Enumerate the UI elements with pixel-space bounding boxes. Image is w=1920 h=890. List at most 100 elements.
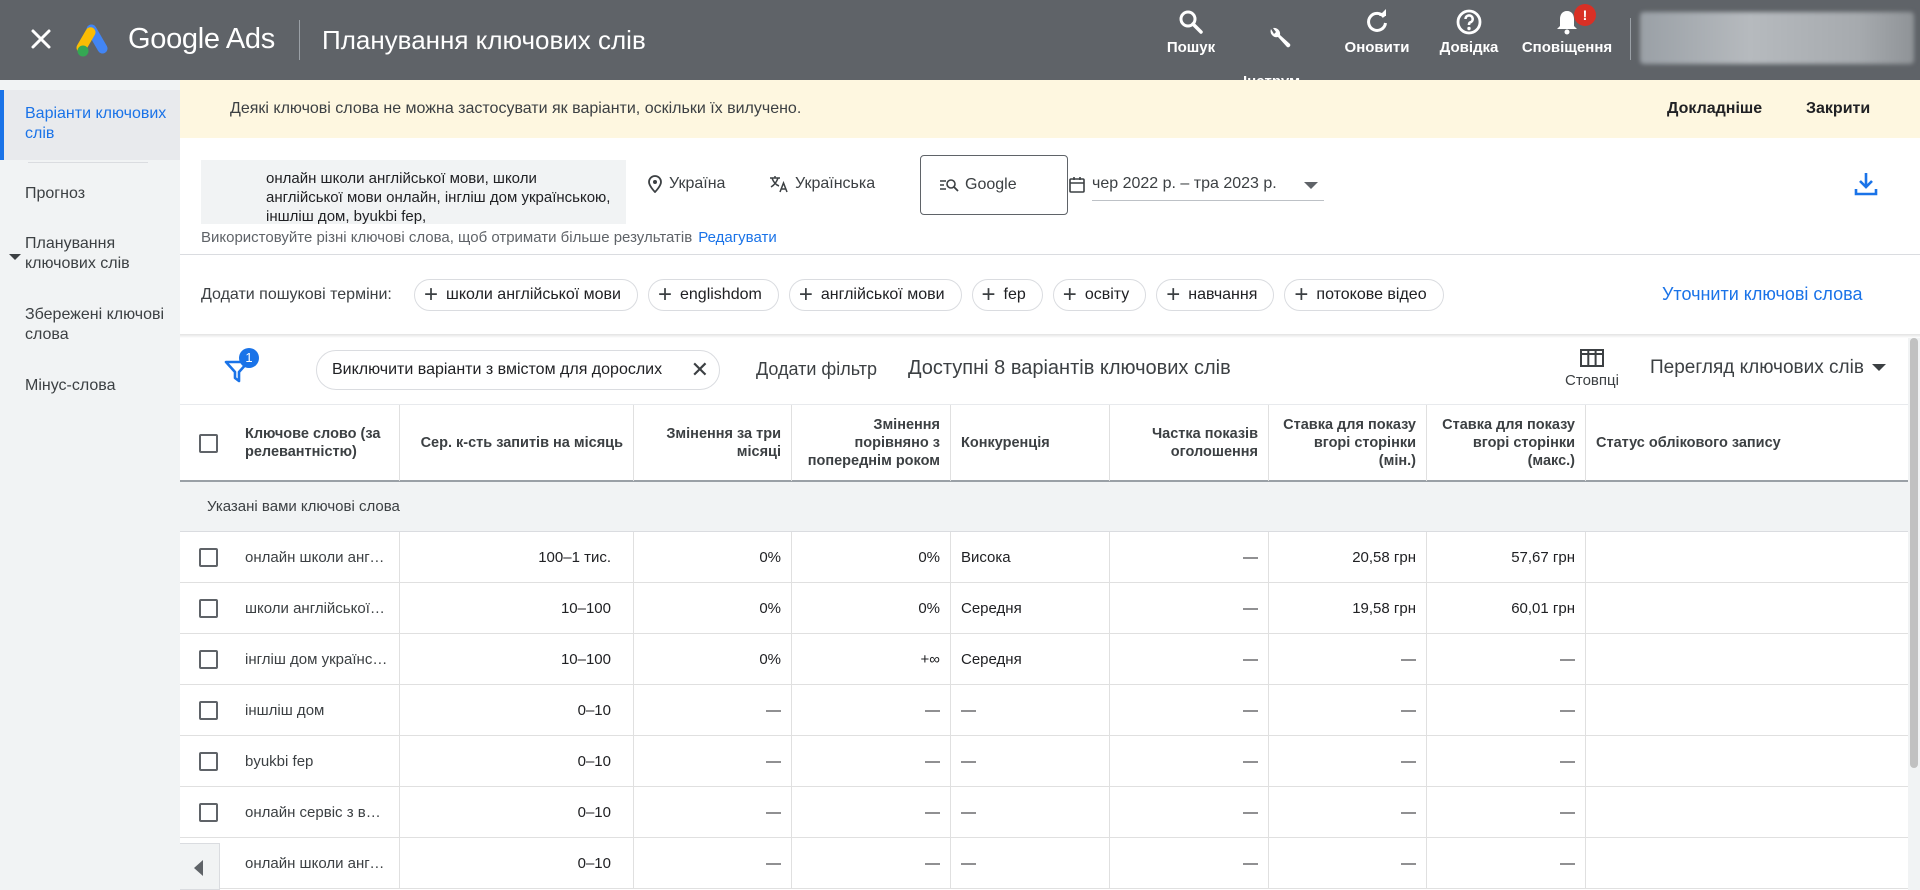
term-chip[interactable]: + навчання (1156, 279, 1275, 311)
competition-cell: Середня (950, 634, 1109, 684)
help-label: Довідка (1439, 39, 1499, 56)
col-bid-low[interactable]: Ставка для показу вгорі сторінки (мін.) (1268, 405, 1426, 481)
table-row[interactable]: школи англійської мови онлайн 10–100 0% … (180, 583, 1908, 634)
group-header-row: Указані вами ключові слова (180, 482, 1908, 532)
banner-message: Деякі ключові слова не можна застосувати… (230, 100, 802, 117)
search-icon (1179, 10, 1203, 34)
notifications-button[interactable]: ! Сповіщення (1520, 4, 1614, 56)
download-icon[interactable] (1852, 170, 1880, 198)
keyword-cell[interactable]: byukbi fep (237, 736, 399, 786)
keyword-view-selector[interactable]: Перегляд ключових слів (1650, 357, 1886, 379)
row-checkbox[interactable] (199, 751, 218, 771)
term-chip[interactable]: + потокове відео (1284, 279, 1444, 311)
location-pin-icon (648, 175, 662, 193)
term-chip[interactable]: + освіту (1052, 279, 1147, 311)
status-cell (1585, 532, 1908, 582)
seed-hint: Використовуйте різні ключові слова, щоб … (201, 229, 777, 246)
sidebar-item-keyword-ideas[interactable]: Варіанти ключових слів (25, 104, 175, 144)
close-banner-button[interactable]: Закрити (1806, 100, 1870, 118)
language-selector[interactable]: Українська (769, 175, 875, 193)
vertical-scrollbar[interactable] (1908, 338, 1920, 890)
date-range-label: чер 2022 р. – тра 2023 р. (1092, 175, 1277, 192)
add-filter-button[interactable]: Додати фільтр (756, 359, 877, 380)
remove-filter-icon[interactable]: ✕ (691, 351, 709, 389)
sidebar-item-keyword-plans[interactable]: Планування ключових слів (25, 234, 175, 274)
row-checkbox[interactable] (199, 802, 218, 822)
three-month-cell: — (633, 838, 791, 888)
refresh-button[interactable]: Оновити (1342, 8, 1412, 56)
close-icon[interactable] (26, 24, 56, 54)
keyword-cell[interactable]: онлайн сервіс з вивчення англійської (237, 787, 399, 837)
wrench-icon (1270, 27, 1291, 48)
refresh-icon (1367, 9, 1387, 32)
table-row[interactable]: онлайн сервіс з вивчення англійської 0–1… (180, 787, 1908, 838)
term-chip[interactable]: + englishdom (647, 279, 779, 311)
scrollbar-thumb[interactable] (1910, 338, 1918, 768)
available-ideas-count: Доступні 8 варіантів ключових слів (908, 357, 1231, 379)
plus-icon: + (798, 281, 813, 308)
refine-keywords-link[interactable]: Уточнити ключові слова (1662, 284, 1863, 305)
avg-searches-cell: 10–100 (399, 583, 633, 633)
network-selector[interactable]: Google (920, 155, 1068, 215)
dropdown-caret-icon (1871, 364, 1886, 372)
edit-link[interactable]: Редагувати (698, 229, 777, 246)
plus-icon: + (1062, 281, 1077, 308)
table-row[interactable]: byukbi fep 0–10 — — — — — — (180, 736, 1908, 787)
keyword-cell[interactable]: онлайн школи англійської мови (237, 532, 399, 582)
impression-share-cell: — (1109, 634, 1268, 684)
three-month-cell: 0% (633, 583, 791, 633)
help-button[interactable]: Довідка (1437, 8, 1501, 56)
term-chip[interactable]: + fep (971, 279, 1043, 311)
table-row[interactable]: інгліш дом українською 10–100 0% +∞ Сере… (180, 634, 1908, 685)
expand-caret-icon[interactable] (9, 254, 21, 260)
col-yoy-change[interactable]: Змінення порівняно з попереднім роком (791, 405, 950, 481)
row-checkbox[interactable] (199, 598, 218, 618)
collapse-nav-button[interactable] (180, 843, 220, 890)
table-row[interactable]: онлайн школи англійської мови 100–1 тис.… (180, 532, 1908, 583)
keyword-cell[interactable]: інгліш дом українською (237, 634, 399, 684)
adult-content-filter-chip[interactable]: Виключити варіанти з вмістом для доросли… (316, 350, 720, 390)
table-row[interactable]: іншліш дом 0–10 — — — — — — (180, 685, 1908, 736)
sidebar-item-saved-keywords[interactable]: Збережені ключові слова (25, 305, 175, 345)
notice-banner: Деякі ключові слова не можна застосувати… (180, 80, 1920, 138)
col-bid-high[interactable]: Ставка для показу вгорі сторінки (макс.) (1426, 405, 1585, 481)
location-selector[interactable]: Україна (647, 175, 725, 193)
table-row[interactable]: онлайн школи англійської мови для дітей … (180, 838, 1908, 889)
chevron-left-icon (194, 860, 203, 876)
sidebar-item-negative-keywords[interactable]: Мінус-слова (25, 376, 175, 396)
term-chip[interactable]: + англійської мови (788, 279, 962, 311)
row-checkbox[interactable] (199, 700, 218, 720)
select-all-cell (180, 405, 237, 481)
learn-more-button[interactable]: Докладніше (1667, 100, 1762, 118)
sidebar-item-forecast[interactable]: Прогноз (25, 184, 175, 204)
search-button[interactable]: Пошук (1163, 8, 1219, 56)
columns-button[interactable]: Стовпці (1560, 348, 1624, 394)
seed-keywords-field[interactable]: онлайн школи англійської мови, школи анг… (201, 160, 626, 224)
row-checkbox[interactable] (199, 649, 218, 669)
account-info-blurred[interactable] (1640, 12, 1914, 64)
impression-share-cell: — (1109, 532, 1268, 582)
col-three-month-change[interactable]: Змінення за три місяці (633, 405, 791, 481)
date-range-selector[interactable]: чер 2022 р. – тра 2023 р. (1068, 172, 1326, 202)
yoy-cell: +∞ (791, 634, 950, 684)
col-impression-share[interactable]: Частка показів оголошення (1109, 405, 1268, 481)
refresh-label: Оновити (1344, 39, 1410, 56)
yoy-cell: — (791, 838, 950, 888)
keyword-cell[interactable]: школи англійської мови онлайн (237, 583, 399, 633)
select-all-checkbox[interactable] (199, 433, 218, 453)
col-account-status[interactable]: Статус облікового запису (1585, 405, 1908, 481)
col-keyword[interactable]: Ключове слово (за релевантністю) (237, 405, 399, 481)
row-checkbox[interactable] (199, 547, 218, 567)
row-checkbox-cell (180, 532, 237, 582)
col-avg-searches[interactable]: Сер. к-сть запитів на місяць (399, 405, 633, 481)
chip-label: освіту (1084, 286, 1130, 303)
col-competition[interactable]: Конкуренція (950, 405, 1109, 481)
keyword-text: іншліш дом (245, 701, 325, 719)
keyword-cell[interactable]: онлайн школи англійської мови для дітей (237, 838, 399, 888)
plus-icon: + (1294, 281, 1309, 308)
location-label: Україна (669, 175, 726, 192)
competition-cell: — (950, 787, 1109, 837)
term-chip[interactable]: + школи англійської мови (414, 279, 638, 311)
keyword-cell[interactable]: іншліш дом (237, 685, 399, 735)
keyword-text: школи англійської мови онлайн (245, 599, 389, 617)
